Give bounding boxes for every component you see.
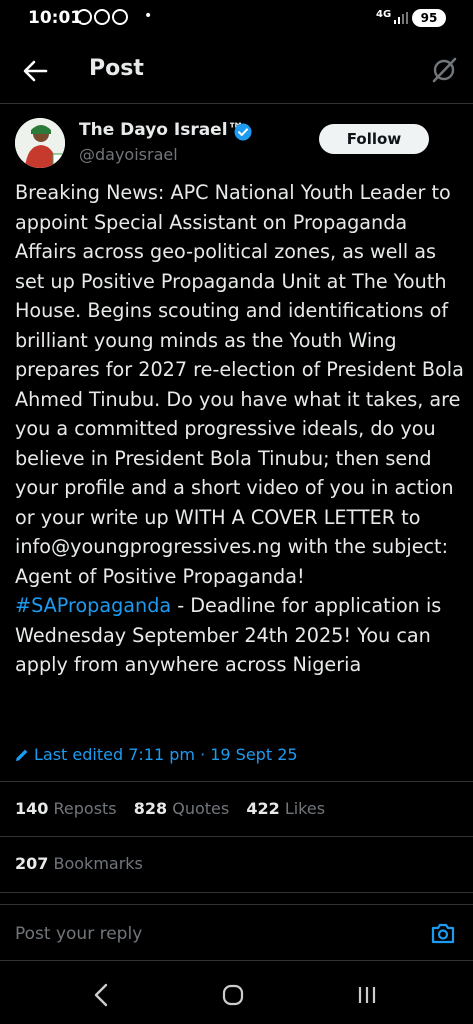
divider [0,781,473,782]
notification-icons [76,9,128,25]
hashtag-link[interactable]: #SAPropaganda [15,594,171,617]
edited-indicator[interactable]: Last edited 7:11 pm · 19 Sept 25 [15,745,298,764]
dot-indicator: • [144,8,153,24]
post-body: Breaking News: APC National Youth Leader… [15,178,465,680]
grok-icon[interactable] [430,56,458,84]
avatar[interactable] [15,118,65,168]
author-name[interactable]: The Dayo Israel™ [79,120,245,140]
divider [0,960,473,961]
network-label: 4G [376,9,392,20]
edited-text: Last edited 7:11 pm · 19 Sept 25 [34,745,298,764]
likes-stat[interactable]: 422 Likes [246,799,325,818]
divider [0,904,473,905]
verified-badge-icon [234,123,252,141]
header: Post [0,44,473,102]
signal-icon [394,12,408,24]
whatsapp-icon [76,9,92,25]
reposts-stat[interactable]: 140 Reposts [15,799,117,818]
battery-icon: 95 [412,9,446,27]
divider [0,836,473,837]
post-text: Breaking News: APC National Youth Leader… [15,181,464,588]
divider [0,103,473,104]
back-arrow-icon[interactable] [20,56,50,86]
quotes-stat[interactable]: 828 Quotes [134,799,229,818]
edit-pencil-icon [16,749,28,761]
reply-input[interactable]: Post your reply [15,924,142,944]
author-handle[interactable]: @dayoisrael [79,145,178,164]
engagement-stats: 140 Reposts 828 Quotes 422 Likes [15,799,337,818]
follow-button[interactable]: Follow [319,124,429,154]
camera-icon[interactable] [430,920,456,946]
avatar-image [15,118,65,168]
whatsapp-icon [112,9,128,25]
whatsapp-icon [94,9,110,25]
bookmarks-stat[interactable]: 207 Bookmarks [15,854,143,873]
divider [0,892,473,893]
nav-back-icon[interactable] [90,982,112,1008]
nav-recents-icon[interactable] [356,984,378,1006]
page-title: Post [89,56,144,81]
nav-home-icon[interactable] [222,984,244,1006]
status-bar: 10:01 • 4G 95 [0,0,473,40]
status-time: 10:01 [28,8,83,28]
